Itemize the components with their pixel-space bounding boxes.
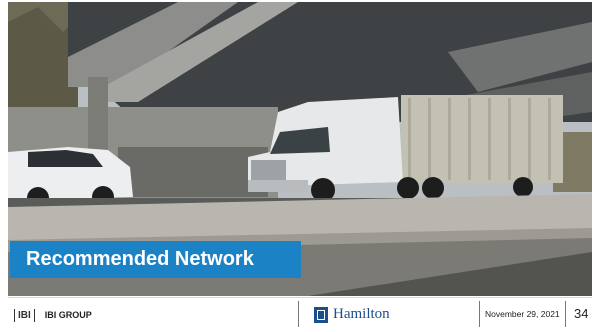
client-name: Hamilton bbox=[333, 306, 390, 322]
slide-title: Recommended Network bbox=[10, 241, 301, 278]
slide: Recommended Network IBI IBI GROUP Hamilt… bbox=[0, 0, 598, 332]
footer-divider bbox=[298, 301, 299, 327]
presentation-date: November 29, 2021 bbox=[485, 309, 560, 319]
footer-divider bbox=[565, 301, 566, 327]
ibi-logo-mark: IBI bbox=[14, 308, 35, 322]
footer-divider bbox=[479, 301, 480, 327]
slide-footer: IBI IBI GROUP Hamilton November 29, 2021… bbox=[8, 297, 592, 329]
ibi-group-logo: IBI IBI GROUP bbox=[14, 307, 92, 323]
company-name: IBI GROUP bbox=[44, 310, 92, 320]
hamilton-crest-icon bbox=[314, 306, 328, 323]
hamilton-logo: Hamilton bbox=[314, 306, 390, 323]
page-number: 34 bbox=[574, 306, 589, 321]
